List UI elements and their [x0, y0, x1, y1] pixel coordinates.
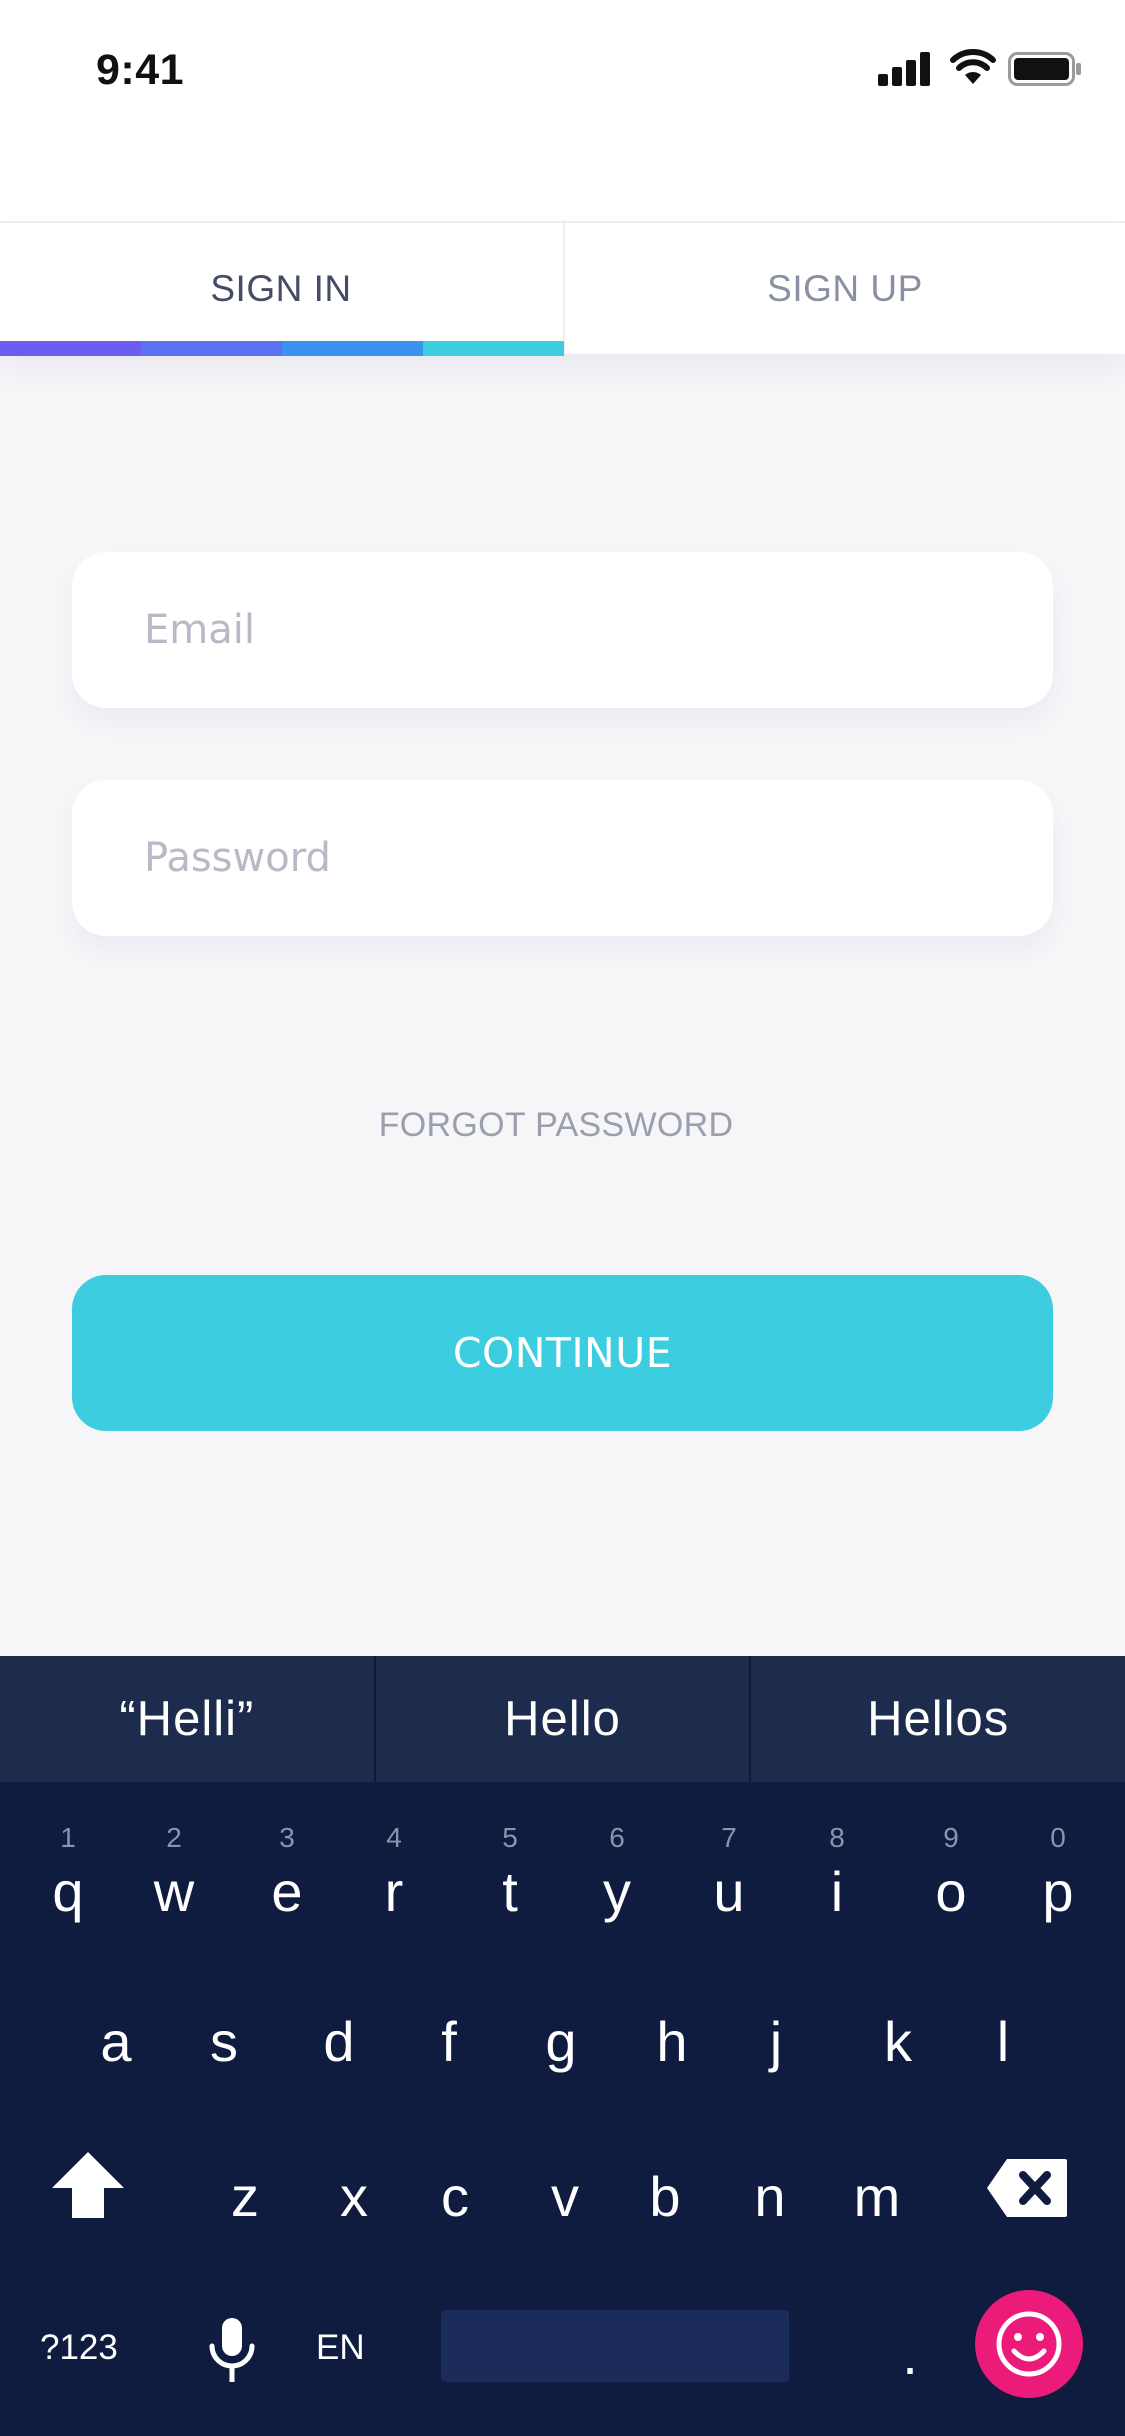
keyboard-key[interactable]: 4r [349, 1822, 439, 1942]
keyboard-key[interactable]: g [516, 1992, 606, 2092]
keyboard-key[interactable]: 8i [792, 1822, 882, 1942]
password-input[interactable] [144, 818, 1004, 898]
key-number-hint: 9 [943, 1822, 959, 1853]
keyboard-key[interactable]: k [853, 1992, 943, 2092]
suggestion-item[interactable]: Hello [373, 1656, 750, 1782]
key-number-hint: 1 [60, 1822, 76, 1853]
key-number-hint: 7 [721, 1822, 737, 1853]
indicator-segment [423, 341, 564, 356]
key-label: d [323, 2010, 355, 2073]
keyboard-key[interactable]: 6y [572, 1822, 662, 1942]
key-label: m [853, 2165, 901, 2228]
battery-icon [1008, 52, 1081, 86]
keyboard-key[interactable]: h [627, 1992, 717, 2092]
email-input[interactable] [144, 590, 1004, 670]
space-bar[interactable] [441, 2310, 789, 2382]
key-label: b [649, 2165, 681, 2228]
keyboard-key[interactable]: b [620, 2147, 710, 2247]
indicator-segment [0, 341, 141, 356]
indicator-segment [141, 341, 282, 356]
key-label: x [340, 2165, 368, 2228]
key-label: c [441, 2165, 469, 2228]
emoji-button[interactable] [975, 2290, 1083, 2398]
status-bar: 9:41 [0, 0, 1125, 132]
keyboard-key[interactable]: d [294, 1992, 384, 2092]
indicator-segment [282, 341, 423, 356]
keyboard-key[interactable]: m [832, 2147, 922, 2247]
backspace-icon[interactable] [985, 2157, 1069, 2219]
keyboard-key[interactable]: 3e [242, 1822, 332, 1942]
auth-tabs: SIGN IN SIGN UP [0, 221, 1125, 356]
keyboard-key[interactable]: 9o [906, 1822, 996, 1942]
tab-sign-in[interactable]: SIGN IN [0, 223, 562, 354]
header [0, 132, 1125, 222]
key-label: a [100, 2010, 132, 2073]
keyboard-key[interactable]: s [179, 1992, 269, 2092]
suggestion-item[interactable]: Hellos [749, 1656, 1125, 1782]
key-number-hint: 2 [166, 1822, 182, 1853]
continue-button[interactable]: CONTINUE [72, 1275, 1053, 1431]
keyboard-key[interactable]: z [200, 2147, 290, 2247]
microphone-icon[interactable] [206, 2316, 258, 2386]
forgot-password-link[interactable]: FORGOT PASSWORD [0, 1106, 1112, 1145]
keyboard-key[interactable]: 7u [684, 1822, 774, 1942]
keyboard-key[interactable]: c [410, 2147, 500, 2247]
keyboard-key[interactable]: n [725, 2147, 815, 2247]
key-label: v [551, 2165, 579, 2228]
key-number-hint: 4 [386, 1822, 402, 1853]
key-label: n [754, 2165, 786, 2228]
key-label: f [441, 2010, 457, 2073]
password-card [72, 780, 1053, 936]
emoji-icon [996, 2311, 1062, 2377]
active-tab-indicator [0, 341, 564, 356]
tab-sign-up[interactable]: SIGN UP [563, 223, 1125, 354]
key-label: h [656, 2010, 688, 2073]
keyboard-key[interactable]: f [404, 1992, 494, 2092]
keyboard: 1q2w3e4r5t6y7u8i9o0p a s d f g h j k l z x c v b n m ?… [0, 1782, 1125, 2436]
key-label: g [545, 2010, 577, 2073]
status-time: 9:41 [96, 46, 185, 94]
keyboard-key[interactable]: j [731, 1992, 821, 2092]
key-number-hint: 8 [829, 1822, 845, 1853]
keyboard-suggestion-bar: “Helli” Hello Hellos [0, 1656, 1125, 1782]
keyboard-key[interactable]: v [520, 2147, 610, 2247]
keyboard-key[interactable]: 2w [129, 1822, 219, 1942]
keyboard-key[interactable]: a [71, 1992, 161, 2092]
key-label: s [210, 2010, 238, 2073]
key-number-hint: 6 [609, 1822, 625, 1853]
key-label: k [884, 2010, 912, 2073]
key-number-hint: 5 [502, 1822, 518, 1853]
keyboard-key[interactable]: x [309, 2147, 399, 2247]
keyboard-key[interactable]: 1q [23, 1822, 113, 1942]
email-card [72, 552, 1053, 708]
key-number-hint: 3 [279, 1822, 295, 1853]
key-number-hint: 0 [1050, 1822, 1066, 1853]
key-label: z [231, 2165, 259, 2228]
keyboard-key[interactable]: l [958, 1992, 1048, 2092]
symbols-mode-key[interactable]: ?123 [40, 2328, 118, 2368]
key-label: j [769, 2010, 783, 2073]
keyboard-key[interactable]: 0p [1013, 1822, 1103, 1942]
shift-icon[interactable] [50, 2150, 126, 2220]
suggestion-item[interactable]: “Helli” [0, 1656, 374, 1782]
key-label: l [996, 2010, 1010, 2073]
signal-bars-icon [878, 52, 930, 86]
keyboard-key[interactable]: 5t [465, 1822, 555, 1942]
period-key[interactable]: . [880, 2322, 940, 2402]
wifi-icon [950, 49, 996, 84]
language-key[interactable]: EN [316, 2328, 365, 2368]
